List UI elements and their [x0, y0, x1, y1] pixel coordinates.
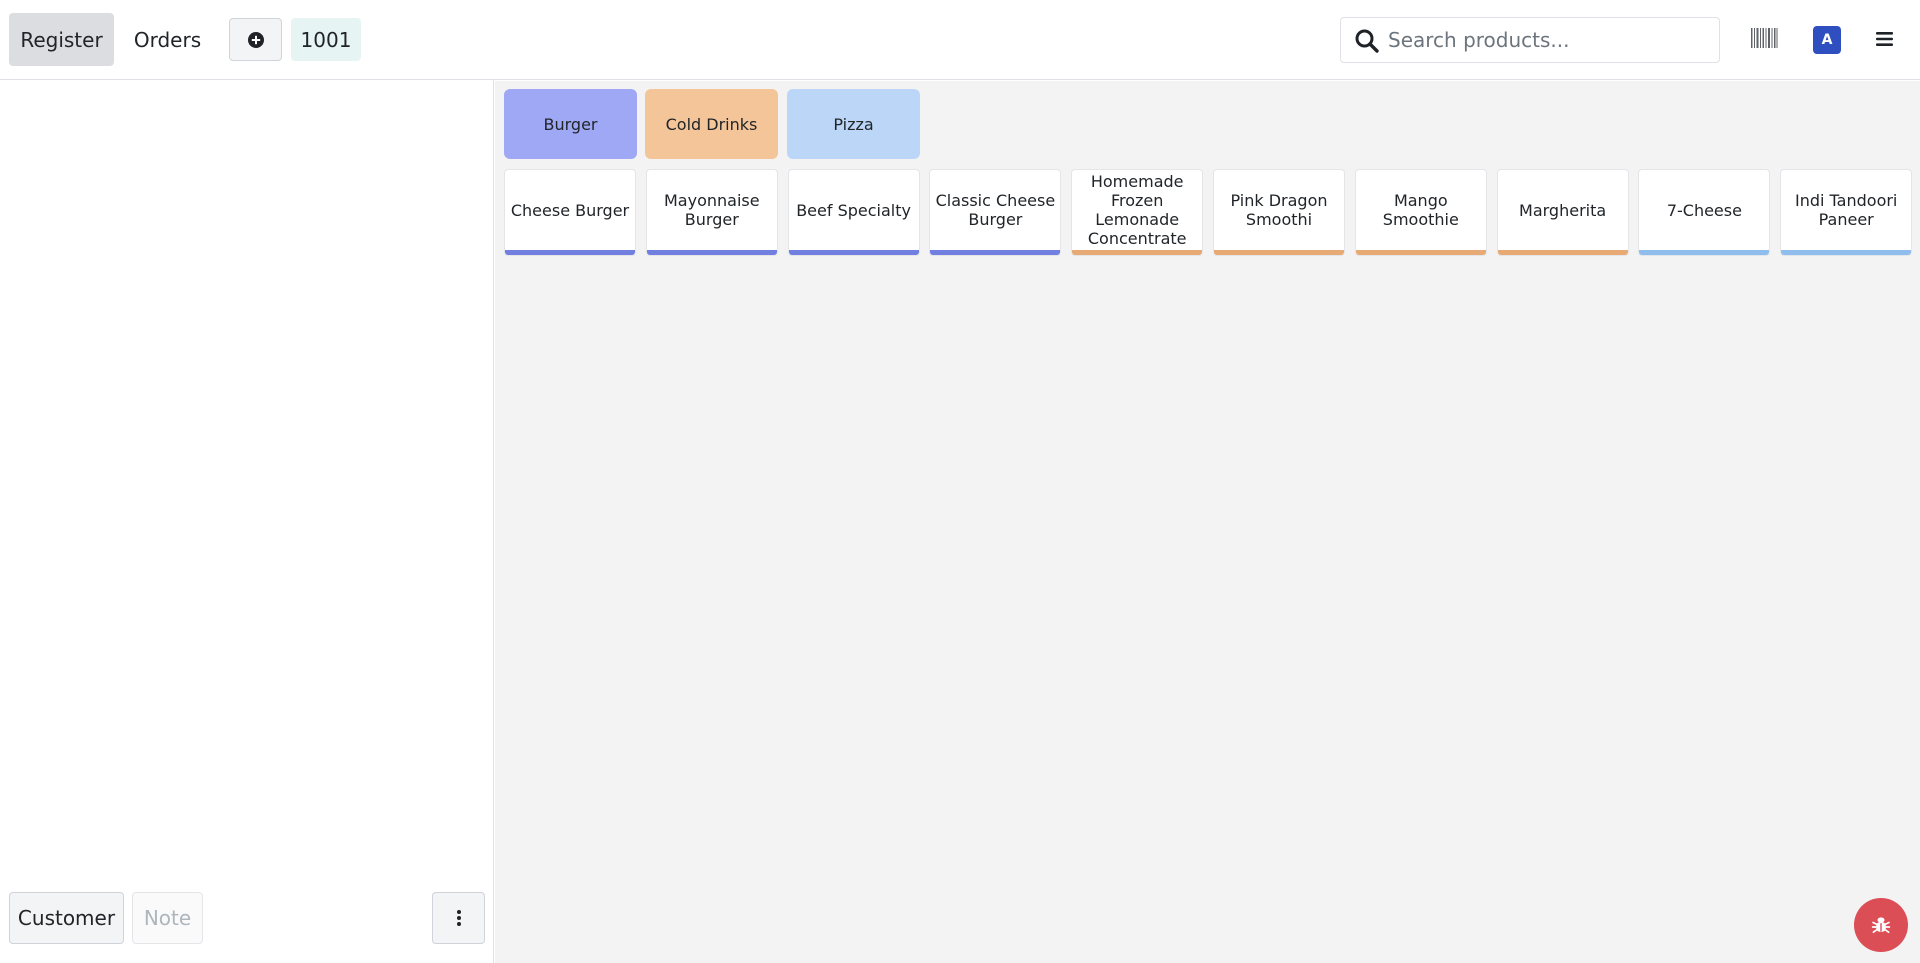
product-tile[interactable]: Indi Tandoori Paneer [1780, 169, 1913, 256]
product-tile[interactable]: Classic Cheese Burger [929, 169, 1062, 256]
product-tile[interactable]: Margherita [1496, 169, 1629, 256]
product-name: Mayonnaise Burger [664, 191, 760, 229]
search-bar[interactable] [1340, 17, 1720, 63]
vertical-dots-icon [456, 910, 461, 926]
bug-icon [1871, 917, 1891, 934]
category-button[interactable]: Pizza [787, 89, 920, 159]
product-tile[interactable]: 7-Cheese [1638, 169, 1771, 256]
product-category-bar [1072, 250, 1203, 255]
product-category-bar [788, 250, 919, 255]
product-category-bar [1781, 250, 1912, 255]
category-button[interactable]: Burger [504, 89, 637, 159]
customer-button[interactable]: Customer [9, 892, 124, 944]
product-tile[interactable]: Cheese Burger [504, 169, 636, 256]
main-menu-button[interactable] [1874, 27, 1896, 51]
product-name: Pink Dragon Smoothi [1230, 191, 1328, 229]
product-category-bar [930, 250, 1061, 255]
note-button[interactable]: Note [132, 892, 203, 944]
order-tab[interactable]: 1001 [291, 18, 361, 61]
search-icon [1355, 29, 1379, 53]
product-category-bar [1214, 250, 1344, 255]
user-avatar[interactable]: A [1813, 26, 1841, 54]
new-order-button[interactable] [229, 18, 282, 61]
product-name: Beef Specialty [796, 200, 911, 220]
product-tile[interactable]: Mango Smoothie [1354, 169, 1487, 256]
nav-orders-button[interactable]: Orders [120, 13, 215, 66]
hamburger-menu-icon [1876, 32, 1893, 46]
debug-button[interactable] [1854, 898, 1908, 952]
order-panel [0, 80, 494, 963]
product-tile[interactable]: Mayonnaise Burger [645, 169, 778, 256]
product-name: 7-Cheese [1666, 200, 1742, 220]
category-button[interactable]: Cold Drinks [645, 89, 778, 159]
product-category-bar [1497, 250, 1628, 255]
product-name: Mango Smoothie [1382, 191, 1459, 229]
plus-circle-icon [247, 31, 264, 48]
top-navbar: Register Orders 1001 Search products... … [0, 0, 1920, 80]
product-tile[interactable]: Homemade Frozen Lemonade Concentrate [1071, 169, 1204, 256]
product-tile[interactable]: Pink Dragon Smoothi [1213, 169, 1345, 256]
nav-register-button[interactable]: Register [9, 13, 114, 66]
product-name: Margherita [1519, 200, 1607, 220]
product-category-bar [646, 250, 777, 255]
product-category-bar [505, 250, 635, 255]
product-tile[interactable]: Beef Specialty [787, 169, 920, 256]
product-name: Homemade Frozen Lemonade Concentrate [1087, 172, 1187, 248]
search-input[interactable] [1388, 18, 1713, 62]
product-category-bar [1355, 250, 1486, 255]
barcode-icon [1751, 28, 1778, 48]
product-name: Classic Cheese Burger [935, 191, 1056, 229]
more-actions-button[interactable] [432, 892, 485, 944]
product-name: Cheese Burger [510, 200, 630, 220]
product-name: Indi Tandoori Paneer [1795, 191, 1898, 229]
product-category-bar [1639, 250, 1770, 255]
barcode-button[interactable] [1750, 26, 1778, 52]
